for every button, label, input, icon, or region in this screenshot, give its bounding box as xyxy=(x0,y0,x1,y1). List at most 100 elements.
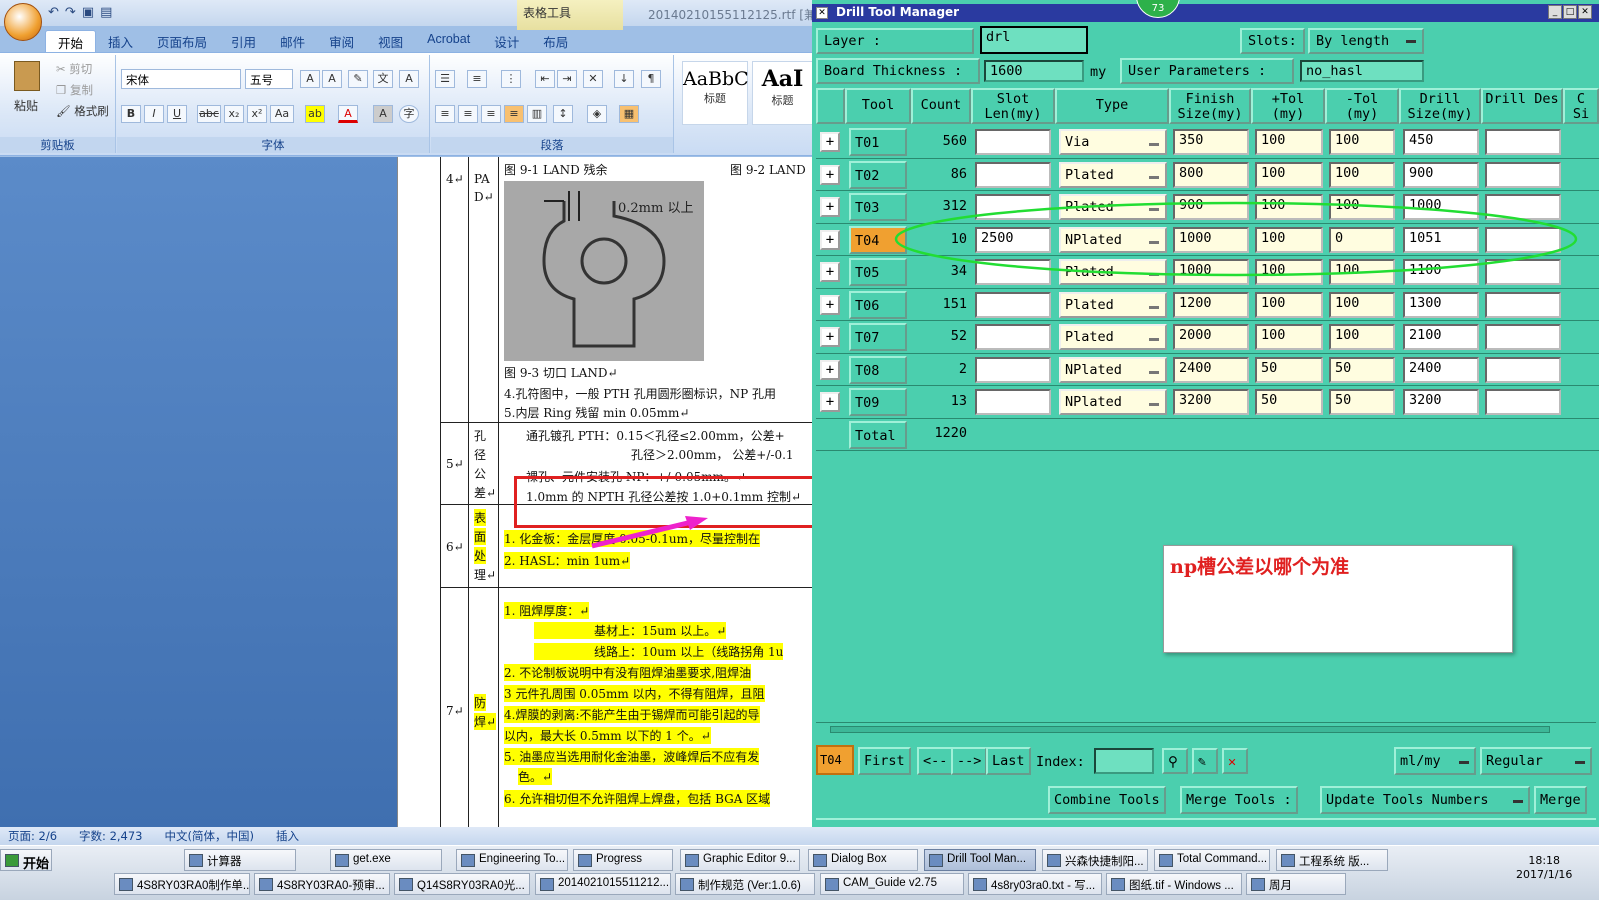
superscript-button[interactable]: x² xyxy=(247,105,267,123)
taskbar-button[interactable]: 4S8RY03RA0-预审... xyxy=(254,873,390,895)
plus-tol-input[interactable]: 100 xyxy=(1255,324,1323,350)
taskbar-button[interactable]: 计算器 xyxy=(184,849,296,871)
taskbar-button[interactable]: Graphic Editor 9... xyxy=(680,849,800,871)
combine-tools-button[interactable]: Combine Tools xyxy=(1048,786,1166,814)
board-thickness-field[interactable]: 1600 xyxy=(984,60,1084,82)
tool-button[interactable]: T09 xyxy=(849,388,907,416)
font-color-button[interactable]: A xyxy=(338,105,358,123)
slots-select[interactable]: By length xyxy=(1308,28,1424,54)
text-direction-icon[interactable]: ✕ xyxy=(583,70,603,88)
borders-icon[interactable]: ▦ xyxy=(619,105,639,123)
system-clock[interactable]: 18:18 2017/1/16 xyxy=(1516,854,1572,882)
type-select[interactable]: NPlated xyxy=(1059,356,1167,383)
taskbar-button[interactable]: Progress xyxy=(573,849,673,871)
tab-references[interactable]: 引用 xyxy=(219,30,268,52)
tab-design[interactable]: 设计 xyxy=(482,30,531,52)
header-cut-off[interactable]: C Si xyxy=(1563,88,1599,124)
minus-tol-input[interactable]: 100 xyxy=(1329,161,1395,188)
slot-len-input[interactable] xyxy=(975,356,1051,383)
finish-size-input[interactable]: 1200 xyxy=(1173,291,1249,318)
update-tools-select[interactable]: Update Tools Numbers xyxy=(1320,786,1530,814)
format-painter-button[interactable]: 🖌 格式刷 xyxy=(56,103,109,119)
font-size-combo[interactable]: 五号 xyxy=(245,69,293,89)
user-parameters-field[interactable]: no_hasl xyxy=(1300,60,1424,82)
close-window-icon[interactable]: ✕ xyxy=(1578,5,1592,19)
language[interactable]: 中文(简体，中国) xyxy=(165,828,254,844)
taskbar-button[interactable]: Total Command... xyxy=(1154,849,1270,871)
plus-tol-input[interactable]: 100 xyxy=(1255,291,1323,318)
minimize-icon[interactable]: _ xyxy=(1548,5,1562,19)
finish-size-input[interactable]: 350 xyxy=(1173,129,1249,155)
highlight-icon[interactable]: ab xyxy=(305,105,325,123)
word-count[interactable]: 字数: 2,473 xyxy=(79,828,142,844)
slot-len-input[interactable] xyxy=(975,161,1051,188)
header-slot-len[interactable]: Slot Len(my) xyxy=(971,88,1055,124)
edit-icon[interactable]: ✎ xyxy=(1192,748,1218,774)
align-center-icon[interactable]: ≡ xyxy=(458,105,478,123)
redo-icon[interactable]: ↷ xyxy=(65,5,76,23)
tab-mailings[interactable]: 邮件 xyxy=(268,30,317,52)
align-left-icon[interactable]: ≡ xyxy=(435,105,455,123)
taskbar-button[interactable]: 图纸.tif - Windows ... xyxy=(1106,873,1242,895)
taskbar-button[interactable]: 4S8RY03RA0制作单... xyxy=(114,873,250,895)
drill-size-input[interactable]: 2400 xyxy=(1403,356,1479,383)
taskbar-button[interactable]: CAM_Guide v2.75 xyxy=(820,873,964,895)
delete-icon[interactable]: ✕ xyxy=(1222,748,1248,774)
underline-button[interactable]: U xyxy=(167,105,187,123)
drill-des-input[interactable] xyxy=(1485,389,1561,415)
lamp-icon[interactable]: ⚲ xyxy=(1162,748,1188,774)
taskbar-button[interactable]: 2014021015511212... xyxy=(535,873,671,895)
expand-icon[interactable]: + xyxy=(820,359,840,380)
merge-button[interactable]: Merge xyxy=(1534,786,1587,814)
taskbar-button[interactable]: 工程系统 版... xyxy=(1276,849,1388,871)
taskbar-button[interactable]: Dialog Box xyxy=(808,849,918,871)
save-icon[interactable]: ▣ xyxy=(82,5,94,23)
plus-tol-input[interactable]: 50 xyxy=(1255,389,1323,415)
show-marks-icon[interactable]: ¶ xyxy=(641,70,661,88)
style-heading2[interactable]: AaI 标题 xyxy=(752,61,812,125)
tab-acrobat[interactable]: Acrobat xyxy=(415,30,482,52)
drill-size-input[interactable]: 1300 xyxy=(1403,291,1479,318)
tool-button[interactable]: T06 xyxy=(849,290,907,319)
tab-review[interactable]: 审阅 xyxy=(317,30,366,52)
minus-tol-input[interactable]: 100 xyxy=(1329,129,1395,155)
expand-icon[interactable]: + xyxy=(820,132,840,152)
tool-button[interactable]: T01 xyxy=(849,128,907,156)
expand-icon[interactable]: + xyxy=(820,197,840,217)
slot-len-input[interactable] xyxy=(975,324,1051,350)
units-select[interactable]: ml/my xyxy=(1394,747,1476,775)
type-select[interactable]: NPlated xyxy=(1059,389,1167,415)
increase-indent-icon[interactable]: ⇥ xyxy=(557,70,577,88)
paste-icon[interactable] xyxy=(14,61,40,91)
drill-des-input[interactable] xyxy=(1485,161,1561,188)
office-button[interactable] xyxy=(4,3,42,41)
expand-icon[interactable]: + xyxy=(820,327,840,347)
close-icon[interactable]: ✕ xyxy=(816,7,828,19)
plus-tol-input[interactable]: 50 xyxy=(1255,356,1323,383)
next-button[interactable]: --> xyxy=(951,747,988,775)
header-plus-tol[interactable]: +Tol (my) xyxy=(1251,88,1325,124)
minus-tol-input[interactable]: 50 xyxy=(1329,356,1395,383)
mode-select[interactable]: Regular xyxy=(1480,747,1592,775)
taskbar-button[interactable]: Q14S8RY03RA0光... xyxy=(394,873,530,895)
multilevel-list-icon[interactable]: ⋮ xyxy=(501,70,521,88)
enclose-char-icon[interactable]: 字 xyxy=(399,105,419,123)
expand-icon[interactable]: + xyxy=(820,392,840,412)
type-select[interactable]: Via xyxy=(1059,129,1167,155)
clear-format-icon[interactable]: ✎ xyxy=(348,70,368,88)
first-button[interactable]: First xyxy=(858,747,911,775)
finish-size-input[interactable]: 3200 xyxy=(1173,389,1249,415)
header-tool[interactable]: Tool xyxy=(845,88,911,124)
drill-des-input[interactable] xyxy=(1485,129,1561,155)
justify-icon[interactable]: ≡ xyxy=(504,105,524,123)
minus-tol-input[interactable]: 100 xyxy=(1329,324,1395,350)
tab-insert[interactable]: 插入 xyxy=(96,30,145,52)
taskbar-button[interactable]: Drill Tool Man... xyxy=(924,849,1036,871)
slot-len-input[interactable] xyxy=(975,389,1051,415)
tool-button[interactable]: T02 xyxy=(849,160,907,189)
header-count[interactable]: Count xyxy=(911,88,971,124)
header-minus-tol[interactable]: -Tol (my) xyxy=(1325,88,1399,124)
font-name-combo[interactable]: 宋体 xyxy=(121,69,241,89)
type-select[interactable]: Plated xyxy=(1059,291,1167,318)
tab-home[interactable]: 开始 xyxy=(45,30,97,52)
